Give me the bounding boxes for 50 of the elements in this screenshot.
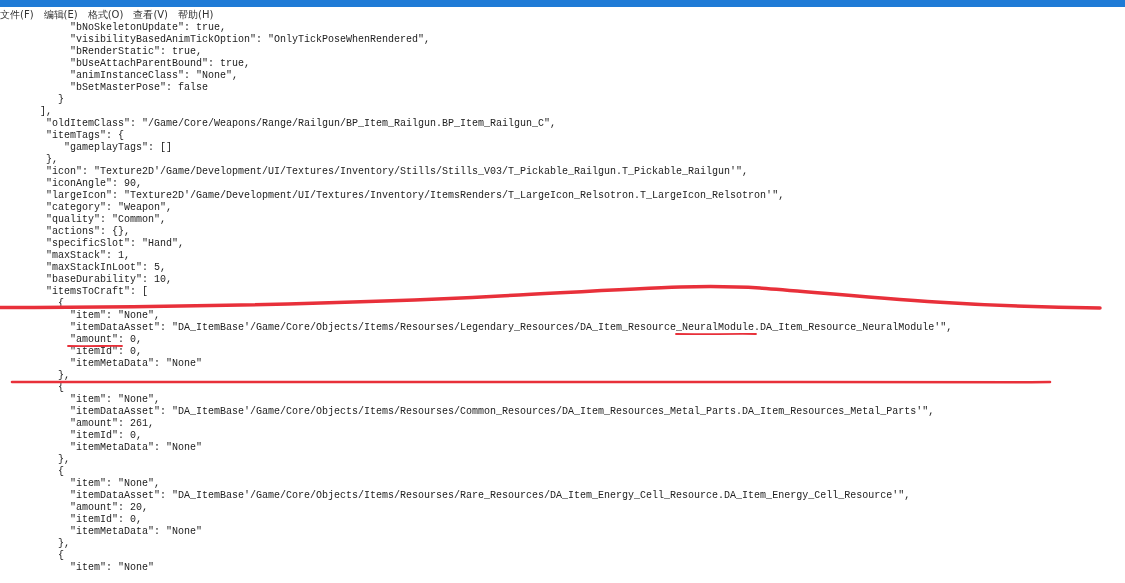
code-line: "oldItemClass": "/Game/Core/Weapons/Range/Railgun/BP_Item_Railgun.BP_Item_Railgun_C",	[45, 119, 557, 129]
code-line: "maxStackInLoot": 5,	[45, 263, 167, 273]
code-line: "itemDataAsset": "DA_ItemBase'/Game/Core/Objects/Items/Resourses/Legendary_Resources/DA_Item_Resource_NeuralModule.DA_Item_Resource_NeuralModule'",	[69, 323, 953, 333]
code-line: "maxStack": 1,	[45, 251, 131, 261]
code-line: "amount": 20,	[69, 503, 149, 513]
code-line: "itemMetaData": "None"	[69, 443, 203, 453]
menu-item[interactable]: 格式(O)	[87, 8, 124, 21]
code-line: },	[45, 155, 58, 165]
menu-item[interactable]: 帮助(H)	[178, 8, 214, 21]
code-line: "itemMetaData": "None"	[69, 359, 203, 369]
code-line: "largeIcon": "Texture2D'/Game/Development/UI/Textures/Inventory/ItemsRenders/T_LargeIcon_Relsotron.T_LargeIcon_Relsotron'",	[45, 191, 785, 201]
code-line: "bUseAttachParentBound": true,	[69, 59, 251, 69]
code-line: "quality": "Common",	[45, 215, 167, 225]
code-line: "bSetMasterPose": false	[69, 83, 209, 93]
code-line: "amount": 0,	[69, 335, 143, 345]
code-line: "actions": {},	[45, 227, 131, 237]
menu-item[interactable]: 文件(F)	[0, 8, 34, 21]
code-line: ],	[39, 107, 52, 117]
code-line: "visibilityBasedAnimTickOption": "OnlyTickPoseWhenRendered",	[69, 35, 431, 45]
code-line: "item": "None"	[69, 563, 155, 573]
code-line: "icon": "Texture2D'/Game/Development/UI/Textures/Inventory/Stills/Stills_V03/T_Pickable_Railgun.T_Pickable_Railgun'",	[45, 167, 749, 177]
code-line: "specificSlot": "Hand",	[45, 239, 185, 249]
code-line: },	[57, 455, 70, 465]
code-line: "iconAngle": 90,	[45, 179, 143, 189]
code-line: "itemTags": {	[45, 131, 125, 141]
code-line: "gameplayTags": []	[63, 143, 173, 153]
code-line: "bNoSkeletonUpdate": true,	[69, 23, 227, 33]
menu-item[interactable]: 查看(V)	[133, 8, 169, 21]
menu-item[interactable]: 编辑(E)	[43, 8, 78, 21]
code-line: }	[57, 95, 64, 105]
code-line: "category": "Weapon",	[45, 203, 173, 213]
code-line: "itemId": 0,	[69, 515, 143, 525]
code-line: {	[57, 551, 64, 561]
code-line: "item": "None",	[69, 311, 161, 321]
code-line: "itemId": 0,	[69, 431, 143, 441]
code-line: "baseDurability": 10,	[45, 275, 173, 285]
code-line: "item": "None",	[69, 479, 161, 489]
code-line: "itemId": 0,	[69, 347, 143, 357]
code-line: "itemMetaData": "None"	[69, 527, 203, 537]
code-line: "itemDataAsset": "DA_ItemBase'/Game/Core/Objects/Items/Resourses/Rare_Resources/DA_Item_Energy_Cell_Resource.DA_Item_Energy_Cell_Resource'",	[69, 491, 911, 501]
code-line: "itemDataAsset": "DA_ItemBase'/Game/Core/Objects/Items/Resourses/Common_Resources/DA_Item_Resources_Metal_Parts.DA_Item_Resources_Metal_Parts'",	[69, 407, 935, 417]
code-line: "itemsToCraft": [	[45, 287, 149, 297]
marker-underline	[67, 345, 123, 347]
code-line: "bRenderStatic": true,	[69, 47, 203, 57]
code-line: "amount": 261,	[69, 419, 155, 429]
code-line: {	[57, 467, 64, 477]
code-line: },	[57, 371, 70, 381]
code-line: },	[57, 539, 70, 549]
code-line: "animInstanceClass": "None",	[69, 71, 239, 81]
code-line: "item": "None",	[69, 395, 161, 405]
